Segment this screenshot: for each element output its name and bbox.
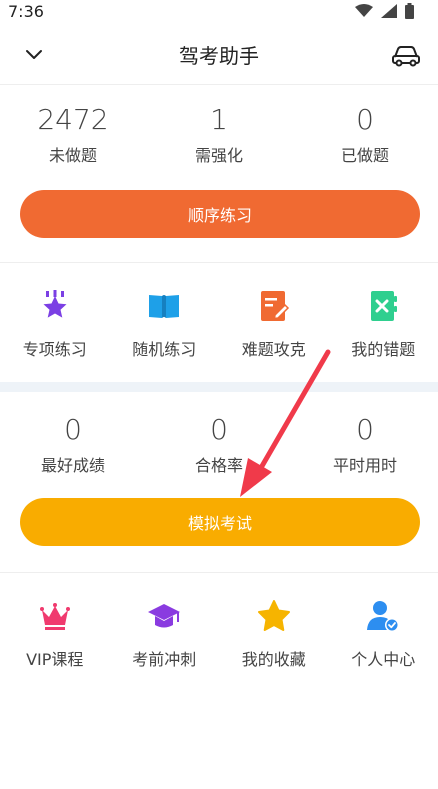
star-stack-icon xyxy=(43,290,67,318)
grid-item-topic-practice[interactable]: 专项练习 xyxy=(0,288,110,360)
book-icon xyxy=(149,295,180,318)
grid-label: 考前冲刺 xyxy=(132,650,197,669)
grid-item-hard-questions[interactable]: 难题攻克 xyxy=(219,288,329,360)
stat-label: 已做题 xyxy=(340,146,389,165)
stat-needs-review[interactable]: 1 需强化 xyxy=(146,104,292,166)
stat-label: 需强化 xyxy=(194,146,243,165)
graduation-cap-icon xyxy=(148,604,181,628)
user-icon xyxy=(367,601,400,632)
status-bar: 7:36 xyxy=(0,0,438,24)
grid-label: 随机练习 xyxy=(132,340,197,359)
grid-item-vip-course[interactable]: VIP课程 xyxy=(0,598,110,670)
sequential-practice-button[interactable]: 顺序练习 xyxy=(20,190,420,238)
grid-item-final-sprint[interactable]: 考前冲刺 xyxy=(110,598,220,670)
grid-item-my-favorites[interactable]: 我的收藏 xyxy=(219,598,329,670)
page-title: 驾考助手 xyxy=(179,44,259,68)
section-divider xyxy=(0,262,438,263)
stat-label: 合格率 xyxy=(194,456,243,475)
wrong-note-icon xyxy=(371,291,398,321)
section-divider xyxy=(0,572,438,573)
section-separator xyxy=(0,382,438,392)
grid-item-my-mistakes[interactable]: 我的错题 xyxy=(329,288,438,360)
grid-label: 专项练习 xyxy=(22,340,87,359)
crown-icon xyxy=(39,603,70,630)
stat-label: 未做题 xyxy=(48,146,97,165)
grid-label: 我的收藏 xyxy=(241,650,306,669)
app-header: 驾考助手 xyxy=(0,28,438,82)
stat-value: 1 xyxy=(210,103,228,136)
stat-value: 0 xyxy=(210,413,228,446)
more-grid: VIP课程 考前冲刺 我的收藏 个人中心 xyxy=(0,598,438,670)
practice-stats: 2472 未做题 1 需强化 0 已做题 xyxy=(0,104,438,166)
grid-label: 个人中心 xyxy=(351,650,416,669)
status-icons xyxy=(355,3,414,19)
stat-best-score[interactable]: 0 最好成绩 xyxy=(0,414,146,476)
stat-value: 0 xyxy=(64,413,82,446)
edit-note-icon xyxy=(260,291,289,321)
battery-icon xyxy=(405,3,414,19)
stat-answered[interactable]: 0 已做题 xyxy=(292,104,438,166)
grid-label: 难题攻克 xyxy=(241,340,306,359)
car-icon[interactable] xyxy=(390,40,422,68)
exam-stats: 0 最好成绩 0 合格率 0 平时用时 xyxy=(0,414,438,476)
stat-label: 平时用时 xyxy=(332,456,397,475)
wifi-icon xyxy=(355,4,373,17)
mock-exam-button[interactable]: 模拟考试 xyxy=(20,498,420,546)
grid-label: 我的错题 xyxy=(351,340,416,359)
status-time: 7:36 xyxy=(8,2,44,21)
grid-label: VIP课程 xyxy=(26,650,84,669)
practice-grid: 专项练习 随机练习 难题攻克 我的错题 xyxy=(0,288,438,360)
stat-value: 0 xyxy=(356,413,374,446)
signal-icon xyxy=(381,4,397,18)
header-divider xyxy=(0,84,438,85)
grid-item-random-practice[interactable]: 随机练习 xyxy=(110,288,220,360)
stat-pass-rate[interactable]: 0 合格率 xyxy=(146,414,292,476)
stat-unanswered[interactable]: 2472 未做题 xyxy=(0,104,146,166)
grid-item-personal-center[interactable]: 个人中心 xyxy=(329,598,438,670)
stat-value: 2472 xyxy=(37,103,109,136)
star-icon xyxy=(257,600,290,631)
stat-value: 0 xyxy=(356,103,374,136)
stat-average-time[interactable]: 0 平时用时 xyxy=(292,414,438,476)
stat-label: 最好成绩 xyxy=(40,456,105,475)
